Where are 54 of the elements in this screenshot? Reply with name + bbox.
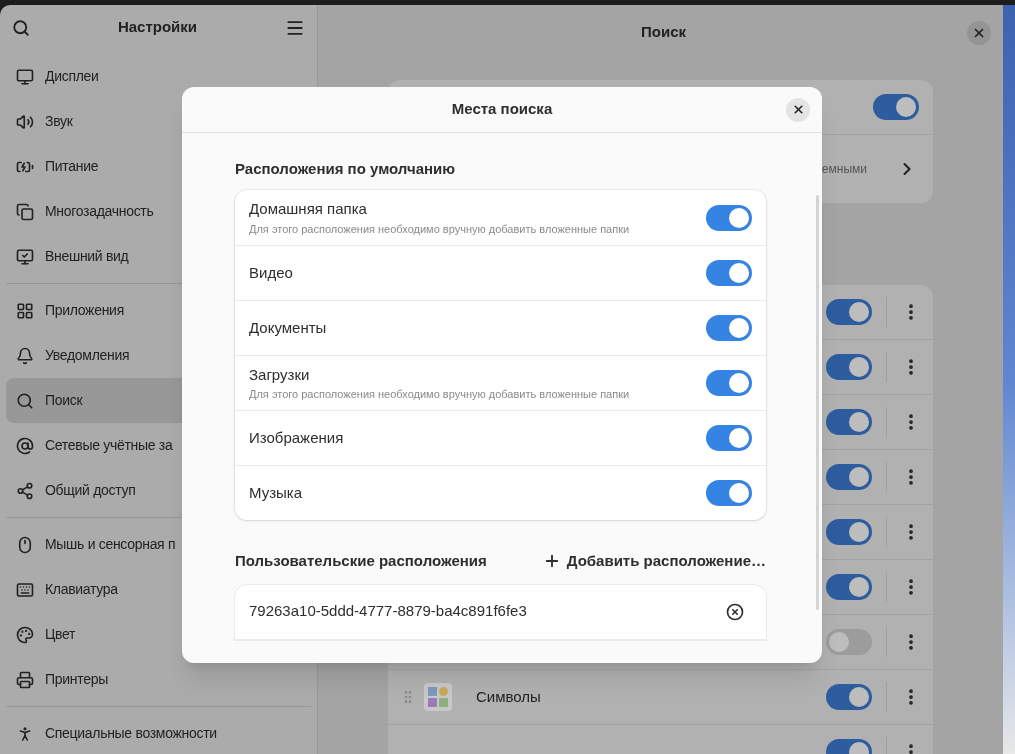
close-button[interactable] bbox=[967, 20, 991, 45]
toggle-switch[interactable] bbox=[826, 409, 872, 435]
toggle-switch[interactable] bbox=[826, 354, 872, 380]
location-name: Музыка bbox=[249, 482, 304, 503]
sidebar-item[interactable]: Принтеры bbox=[6, 657, 311, 702]
keyboard-icon bbox=[16, 580, 34, 599]
monitor-icon bbox=[16, 247, 34, 266]
speaker-icon bbox=[16, 112, 34, 131]
toggle-switch[interactable] bbox=[706, 480, 752, 506]
location-hint: Для этого расположения необходимо вручную добавить вложенные папки bbox=[249, 221, 631, 237]
add-location-button[interactable]: Добавить расположение… bbox=[542, 550, 766, 573]
sidebar-item[interactable]: Звук bbox=[6, 99, 311, 144]
palette-icon bbox=[16, 625, 34, 644]
toggle-switch[interactable] bbox=[706, 260, 752, 286]
location-name: Документы bbox=[249, 317, 328, 338]
mouse-icon bbox=[16, 535, 34, 554]
share-icon bbox=[16, 481, 34, 500]
section-heading: Расположения по умолчанию bbox=[235, 159, 457, 178]
grid-icon bbox=[16, 301, 34, 320]
bell-icon bbox=[16, 346, 34, 365]
location-name: Домашняя папка bbox=[249, 199, 368, 219]
toggle-switch[interactable] bbox=[706, 315, 752, 341]
search-icon bbox=[16, 391, 34, 410]
toggle-switch[interactable] bbox=[706, 425, 752, 451]
row-subtitle: емными bbox=[821, 161, 867, 178]
sidebar-item[interactable]: Специальные возможности bbox=[6, 711, 311, 754]
search-icon[interactable] bbox=[12, 18, 30, 37]
section-heading: Пользовательские расположения bbox=[235, 551, 487, 571]
close-button[interactable] bbox=[786, 97, 810, 122]
location-name: Изображения bbox=[249, 427, 345, 448]
toggle-switch[interactable] bbox=[826, 464, 872, 490]
app-icon bbox=[424, 683, 452, 711]
scrollbar[interactable] bbox=[816, 195, 819, 610]
close-icon bbox=[791, 103, 805, 116]
toggle-switch[interactable] bbox=[873, 94, 919, 120]
app-name: Символы bbox=[476, 686, 541, 707]
dialog-title: Места поиска bbox=[450, 99, 554, 120]
toggle-switch[interactable] bbox=[826, 574, 872, 600]
toggle-switch[interactable] bbox=[826, 684, 872, 710]
toggle-switch[interactable] bbox=[706, 370, 752, 396]
at-sign-icon bbox=[16, 436, 34, 455]
remove-icon[interactable] bbox=[726, 602, 744, 621]
monitor-icon bbox=[16, 67, 34, 86]
page-title: Поиск bbox=[640, 22, 687, 43]
printer-icon bbox=[16, 670, 34, 689]
toggle-switch[interactable] bbox=[826, 299, 872, 325]
toggle-switch[interactable] bbox=[826, 629, 872, 655]
windows-icon bbox=[16, 202, 34, 221]
toggle-switch[interactable] bbox=[706, 204, 752, 231]
sidebar-item[interactable]: Дисплеи bbox=[6, 54, 311, 99]
toggle-switch[interactable] bbox=[826, 519, 872, 545]
location-name: Видео bbox=[249, 262, 294, 283]
sidebar-title: Настройки bbox=[116, 17, 199, 38]
location-path: 79263a10-5ddd-4777-8879-ba4c891f6fe3 bbox=[249, 601, 528, 622]
